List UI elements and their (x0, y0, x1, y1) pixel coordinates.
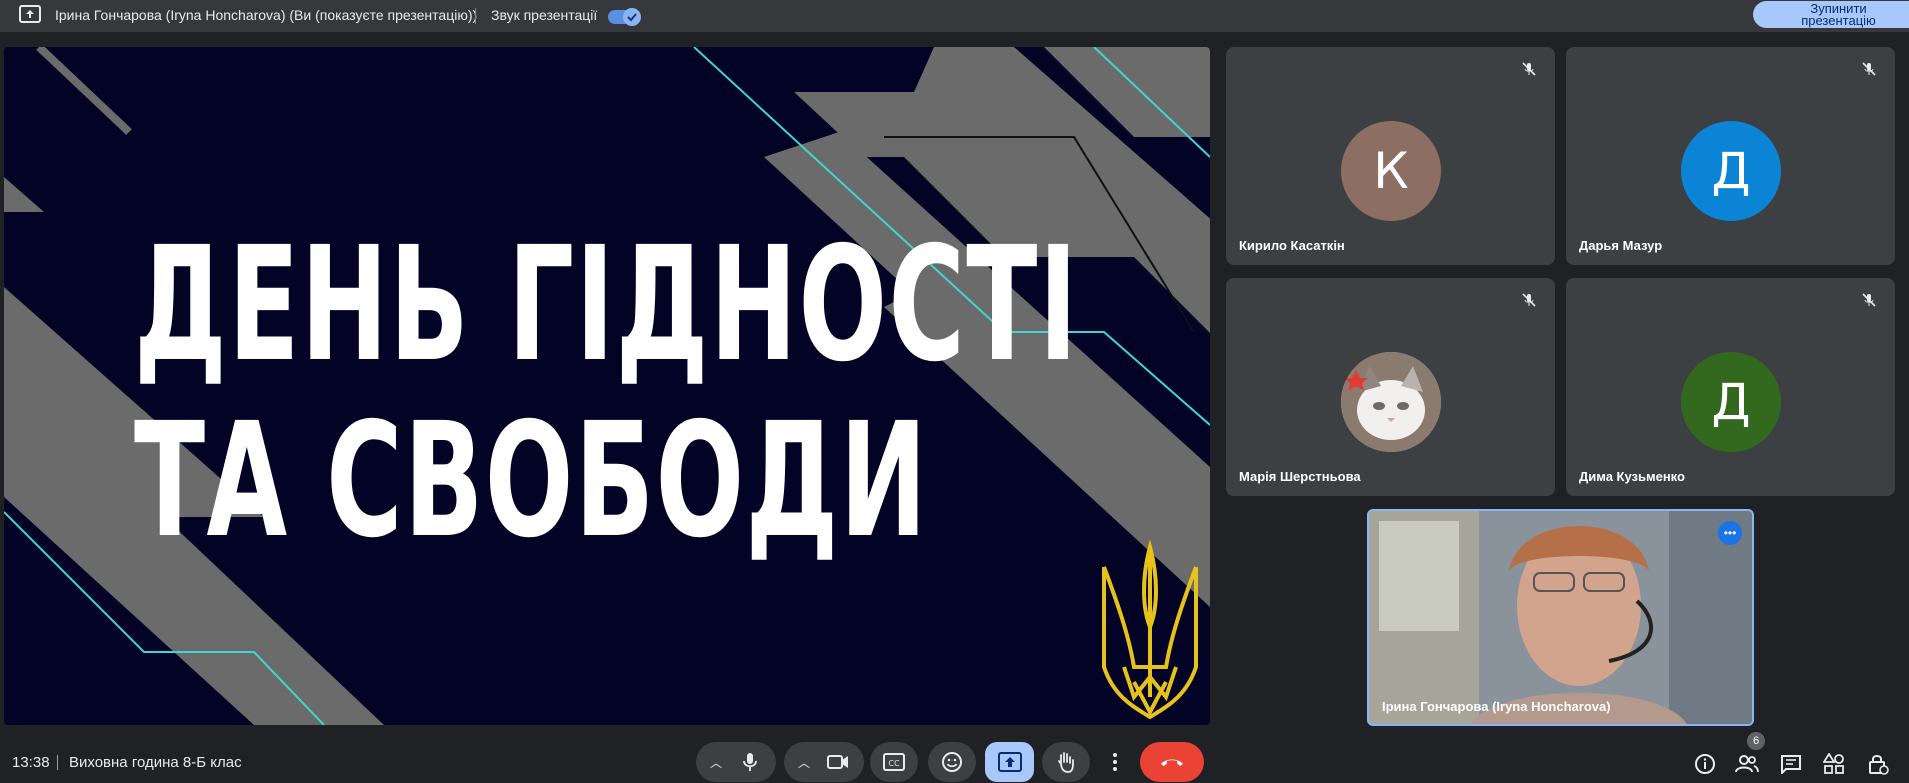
emoji-reactions-button[interactable] (928, 742, 976, 782)
stop-presenting-button[interactable]: Зупинити презентацію (1753, 1, 1909, 28)
meeting-info-icon[interactable] (1693, 752, 1717, 776)
emoji-icon (942, 752, 962, 772)
avatar: Д (1681, 121, 1781, 221)
leave-call-button[interactable] (1140, 742, 1204, 782)
self-video-feed (1369, 511, 1752, 724)
mic-control[interactable]: ︿ (696, 742, 776, 782)
slide-title-line1: ДЕНЬ ГІДНОСТІ (134, 213, 1079, 397)
participant-tile[interactable]: Марія Шерстньова (1226, 278, 1555, 496)
clock: 13:38 (12, 754, 50, 771)
presenter-status: Ірина Гончарова (Iryna Honcharova) (Ви (… (55, 7, 478, 23)
captions-button[interactable]: CC (870, 742, 918, 782)
camera-icon[interactable] (818, 754, 858, 770)
presentation-slide: ДЕНЬ ГІДНОСТІ ТА СВОБОДИ (4, 47, 1210, 725)
cat-avatar (1341, 352, 1441, 452)
present-now-button[interactable] (985, 742, 1034, 782)
present-screen-icon (19, 5, 41, 23)
people-count-badge: 6 (1747, 732, 1765, 750)
check-icon (623, 8, 641, 26)
mic-off-icon (1862, 293, 1876, 307)
camera-control[interactable]: ︿ (784, 742, 864, 782)
participant-name: Дима Кузьменко (1579, 469, 1685, 484)
more-vert-icon (1113, 753, 1117, 771)
participant-tile[interactable]: Д Дарья Мазур (1566, 47, 1895, 265)
slide-title-line2: ТА СВОБОДИ (134, 389, 929, 573)
presentation-sound-label: Звук презентації (491, 7, 598, 23)
hangup-icon (1161, 759, 1183, 766)
mic-off-icon (1862, 62, 1876, 76)
meeting-title: Виховна година 8-Б клас (69, 754, 242, 771)
avatar: К (1341, 121, 1441, 221)
chevron-up-icon[interactable]: ︿ (702, 754, 730, 771)
participant-name: Марія Шерстньова (1239, 469, 1361, 484)
mic-icon[interactable] (730, 752, 770, 772)
svg-text:CC: CC (888, 759, 900, 768)
self-video-tile[interactable]: ••• Ірина Гончарова (Iryna Honcharova) (1367, 509, 1754, 726)
present-screen-icon (997, 752, 1022, 772)
captions-icon: CC (883, 753, 905, 771)
raise-hand-button[interactable] (1042, 742, 1090, 782)
hand-icon (1058, 752, 1074, 773)
participant-name: Дарья Мазур (1579, 238, 1663, 253)
divider (57, 755, 58, 770)
presentation-bar: Ірина Гончарова (Iryna Honcharova) (Ви (… (0, 0, 1909, 32)
participant-tile[interactable]: К Кирило Касаткін (1226, 47, 1555, 265)
more-options-icon[interactable]: ••• (1718, 521, 1742, 545)
divider (475, 8, 476, 24)
avatar: Д (1681, 352, 1781, 452)
people-icon[interactable] (1735, 752, 1759, 776)
mic-off-icon (1522, 293, 1536, 307)
self-name: Ірина Гончарова (Iryna Honcharova) (1382, 699, 1611, 714)
presentation-sound-toggle[interactable] (608, 8, 642, 26)
chat-icon[interactable] (1779, 752, 1803, 776)
more-options-button[interactable] (1101, 742, 1129, 782)
participant-name: Кирило Касаткін (1239, 238, 1345, 253)
chevron-up-icon[interactable]: ︿ (790, 754, 818, 771)
activities-icon[interactable] (1822, 752, 1846, 776)
participant-tile[interactable]: Д Дима Кузьменко (1566, 278, 1895, 496)
host-controls-icon[interactable] (1866, 752, 1890, 776)
mic-off-icon (1522, 62, 1536, 76)
slide-title: ДЕНЬ ГІДНОСТІ ТА СВОБОДИ (134, 213, 1079, 573)
